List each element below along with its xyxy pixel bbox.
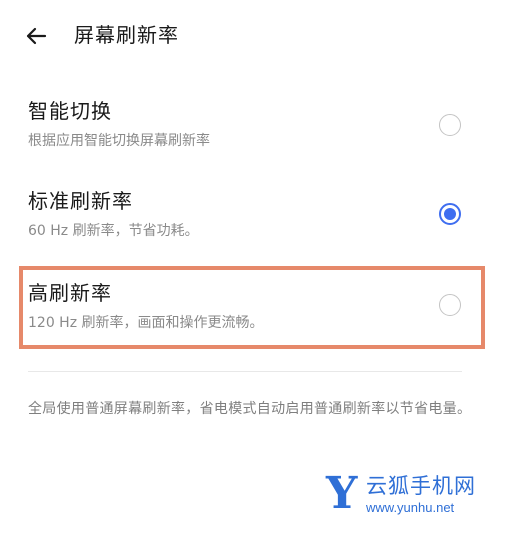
option-subtitle: 120 Hz 刷新率，画面和操作更流畅。 bbox=[28, 315, 264, 331]
arrow-left-icon bbox=[20, 20, 52, 52]
option-title: 高刷新率 bbox=[28, 281, 112, 305]
watermark-url: www.yunhu.net bbox=[366, 500, 455, 515]
divider bbox=[28, 371, 462, 372]
watermark-name: 云狐手机网 bbox=[366, 474, 476, 498]
option-title: 智能切换 bbox=[28, 99, 112, 123]
option-standard-refresh-rate[interactable]: 标准刷新率 60 Hz 刷新率，节省功耗。 bbox=[0, 180, 510, 250]
option-subtitle: 根据应用智能切换屏幕刷新率 bbox=[28, 133, 210, 149]
option-title: 标准刷新率 bbox=[28, 189, 133, 213]
watermark-y-icon: Y bbox=[326, 468, 358, 519]
back-button[interactable] bbox=[20, 20, 52, 52]
radio-button-unchecked[interactable] bbox=[439, 114, 461, 136]
page-title: 屏幕刷新率 bbox=[74, 23, 179, 47]
radio-button-unchecked[interactable] bbox=[439, 294, 461, 316]
radio-button-checked[interactable] bbox=[439, 203, 461, 225]
option-high-refresh-rate[interactable]: 高刷新率 120 Hz 刷新率，画面和操作更流畅。 bbox=[0, 270, 510, 346]
title-bar: 屏幕刷新率 bbox=[0, 0, 510, 70]
watermark-logo: Y 云狐手机网 www.yunhu.net bbox=[326, 471, 506, 521]
option-smart-switch[interactable]: 智能切换 根据应用智能切换屏幕刷新率 bbox=[0, 90, 510, 160]
option-subtitle: 60 Hz 刷新率，节省功耗。 bbox=[28, 223, 199, 239]
footnote-text: 全局使用普通屏幕刷新率，省电模式自动启用普通刷新率以节省电量。 bbox=[28, 401, 472, 417]
